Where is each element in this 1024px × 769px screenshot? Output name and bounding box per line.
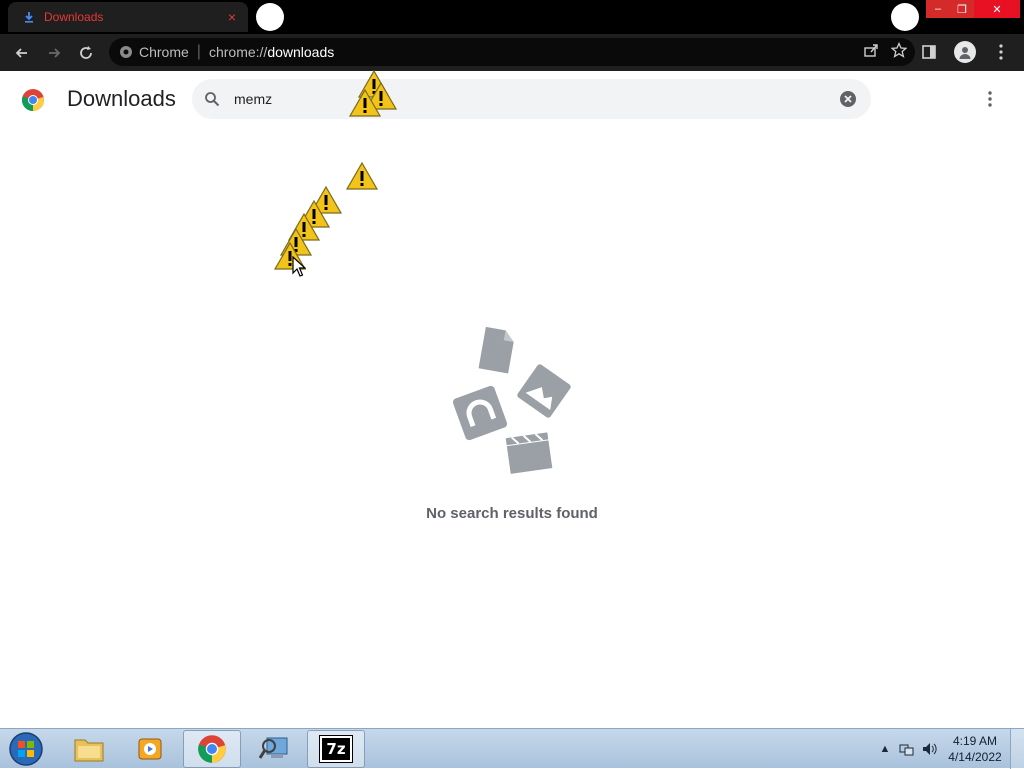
folder-icon (74, 739, 104, 762)
tab-downloads[interactable]: Downloads × (8, 2, 248, 32)
taskbar: 7z ▲ 4:19 AM 4/14/2022 (0, 728, 1024, 769)
side-panel-button[interactable] (914, 36, 944, 68)
chrome-site-icon (120, 46, 132, 58)
search-bar[interactable] (192, 79, 871, 119)
maximize-button[interactable]: ❐ (950, 0, 974, 18)
taskbar-chrome[interactable] (183, 730, 241, 768)
clock-time: 4:19 AM (952, 734, 998, 748)
tab-close-icon[interactable]: × (224, 9, 240, 25)
audio-icon (452, 385, 508, 441)
clock-date: 4/14/2022 (948, 750, 1002, 764)
tab-strip: Downloads × – ❐ ✕ (0, 0, 1024, 34)
side-panel-icon (922, 45, 936, 59)
media-player-icon (138, 738, 162, 760)
search-icon (205, 92, 220, 107)
reload-icon (80, 45, 92, 59)
reload-button[interactable] (70, 37, 102, 69)
close-window-button[interactable]: ✕ (974, 0, 1020, 18)
person-icon (959, 47, 971, 59)
taskbar-search-tool[interactable] (245, 730, 303, 768)
7zip-icon: 7z (319, 735, 353, 763)
more-actions-button[interactable] (980, 87, 1000, 111)
share-icon[interactable] (863, 42, 879, 63)
omnibox-separator: | (196, 43, 201, 60)
tray-expand-icon[interactable]: ▲ (874, 738, 896, 760)
document-icon (478, 326, 514, 374)
taskbar-media-player[interactable] (121, 730, 179, 768)
volume-icon[interactable] (918, 738, 940, 760)
clear-search-icon[interactable] (839, 90, 857, 108)
system-tray: ▲ 4:19 AM 4/14/2022 (874, 729, 1024, 769)
warning-icon (349, 89, 381, 117)
taskbar-explorer[interactable] (60, 730, 118, 768)
tab-title: Downloads (44, 10, 104, 24)
mouse-cursor-icon (292, 256, 306, 277)
image-icon (517, 364, 571, 418)
back-button[interactable] (6, 37, 38, 69)
more-vert-icon (988, 91, 992, 107)
downloads-header: Downloads (0, 71, 1024, 127)
taskbar-7zip[interactable]: 7z (307, 730, 365, 768)
empty-downloads-illustration (452, 326, 571, 474)
window-controls: – ❐ ✕ (926, 0, 1020, 18)
tab-search-button[interactable] (891, 3, 919, 31)
video-icon (505, 432, 553, 474)
download-icon (22, 10, 36, 24)
minimize-button[interactable]: – (926, 0, 950, 18)
start-button[interactable] (6, 731, 46, 767)
page-title: Downloads (67, 86, 176, 111)
search-input[interactable] (234, 91, 794, 107)
kebab-menu-icon (999, 44, 1003, 60)
windows-orb-icon (9, 732, 43, 766)
chrome-logo-icon (21, 89, 44, 112)
omnibox-actions (863, 41, 908, 63)
bookmark-star-icon[interactable] (890, 41, 908, 63)
show-desktop-button[interactable] (1010, 729, 1024, 769)
taskbar-clock[interactable]: 4:19 AM 4/14/2022 (940, 733, 1010, 765)
profile-button[interactable] (950, 36, 980, 68)
address-bar[interactable]: Chrome | chrome://downloads (109, 38, 915, 66)
site-chip-label: Chrome (139, 44, 189, 60)
network-icon[interactable] (896, 738, 918, 760)
chrome-menu-button[interactable] (986, 36, 1016, 68)
forward-button[interactable] (38, 37, 70, 69)
empty-state-message: No search results found (426, 505, 598, 522)
new-tab-button[interactable] (256, 3, 284, 31)
warning-icon (346, 162, 378, 190)
forward-arrow-icon (49, 47, 61, 58)
url-scheme: chrome:// (208, 44, 268, 60)
url-host: downloads (267, 44, 335, 60)
magnifier-computer-icon (259, 737, 288, 759)
chrome-icon (198, 735, 226, 763)
avatar (954, 41, 976, 63)
toolbar-right (914, 36, 1016, 68)
browser-toolbar: Chrome | chrome://downloads (0, 34, 1024, 71)
back-arrow-icon (15, 47, 27, 58)
